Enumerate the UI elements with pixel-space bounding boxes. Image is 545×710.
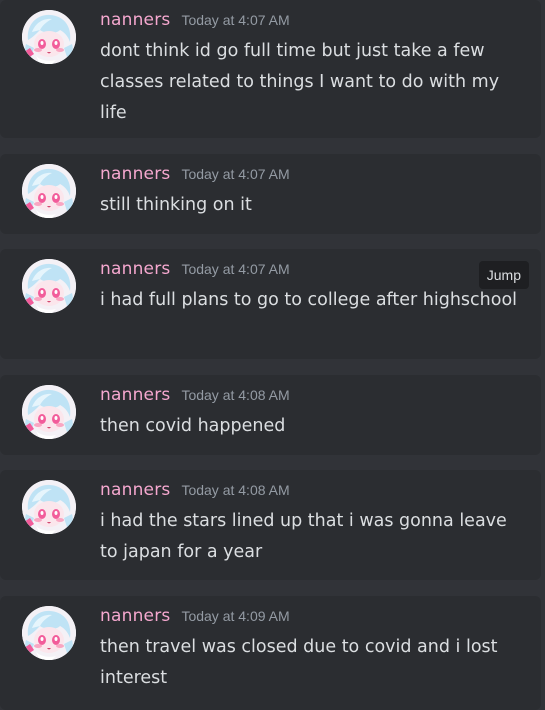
timestamp: Today at 4:07 AM bbox=[181, 12, 290, 28]
message-content: i had full plans to go to college after … bbox=[100, 290, 518, 310]
message-header: nanners Today at 4:07 AM bbox=[100, 259, 290, 281]
message-header: nanners Today at 4:07 AM bbox=[100, 10, 290, 32]
avatar-image bbox=[22, 10, 76, 64]
username[interactable]: nanners bbox=[100, 10, 170, 30]
message-feed: nanners Today at 4:07 AM dont think id g… bbox=[0, 0, 545, 710]
message-header: nanners Today at 4:09 AM bbox=[100, 606, 290, 628]
username[interactable]: nanners bbox=[100, 164, 170, 184]
timestamp: Today at 4:09 AM bbox=[181, 608, 290, 624]
timestamp: Today at 4:07 AM bbox=[181, 261, 290, 277]
message-item[interactable]: nanners Today at 4:07 AM dont think id g… bbox=[0, 0, 541, 138]
message-content: still thinking on it bbox=[100, 195, 252, 215]
username[interactable]: nanners bbox=[100, 606, 170, 626]
message-header: nanners Today at 4:08 AM bbox=[100, 480, 290, 502]
username[interactable]: nanners bbox=[100, 385, 170, 405]
message-item[interactable]: nanners Today at 4:08 AM then covid happ… bbox=[0, 375, 541, 455]
message-item[interactable]: nanners Today at 4:09 AM then travel was… bbox=[0, 596, 541, 710]
message-item[interactable]: nanners Today at 4:07 AM still thinking … bbox=[0, 154, 541, 234]
avatar-image bbox=[22, 259, 76, 313]
message-content: i had the stars lined up that i was gonn… bbox=[100, 511, 507, 562]
user-avatar[interactable] bbox=[22, 10, 76, 64]
message-header: nanners Today at 4:08 AM bbox=[100, 385, 290, 407]
username[interactable]: nanners bbox=[100, 259, 170, 279]
user-avatar[interactable] bbox=[22, 164, 76, 218]
timestamp: Today at 4:08 AM bbox=[181, 387, 290, 403]
user-avatar[interactable] bbox=[22, 480, 76, 534]
username[interactable]: nanners bbox=[100, 480, 170, 500]
message-item[interactable]: nanners Today at 4:08 AM i had the stars… bbox=[0, 470, 541, 580]
user-avatar[interactable] bbox=[22, 385, 76, 439]
avatar-image bbox=[22, 606, 76, 660]
avatar-image bbox=[22, 385, 76, 439]
message-content: dont think id go full time but just take… bbox=[100, 41, 500, 123]
message-item[interactable]: nanners Today at 4:07 AM i had full plan… bbox=[0, 249, 541, 359]
jump-button[interactable]: Jump bbox=[478, 261, 529, 289]
avatar-image bbox=[22, 480, 76, 534]
message-content: then covid happened bbox=[100, 416, 286, 436]
avatar-image bbox=[22, 164, 76, 218]
message-header: nanners Today at 4:07 AM bbox=[100, 164, 290, 186]
timestamp: Today at 4:07 AM bbox=[181, 166, 290, 182]
user-avatar[interactable] bbox=[22, 259, 76, 313]
timestamp: Today at 4:08 AM bbox=[181, 482, 290, 498]
user-avatar[interactable] bbox=[22, 606, 76, 660]
message-content: then travel was closed due to covid and … bbox=[100, 637, 498, 688]
